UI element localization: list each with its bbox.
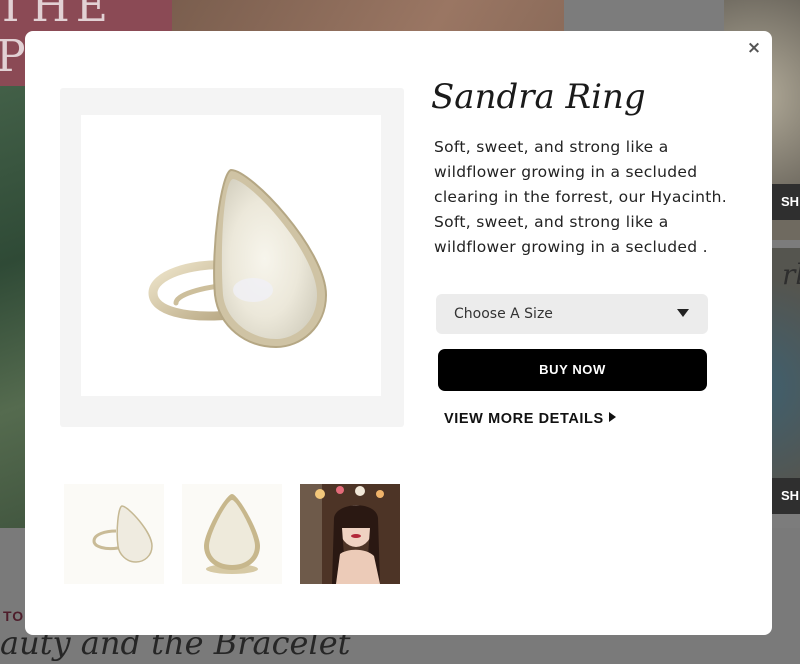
close-icon[interactable]: × xyxy=(743,37,765,59)
product-main-image xyxy=(81,115,381,396)
thumbnail-ring-front-image xyxy=(204,494,260,574)
view-more-details-link[interactable]: VIEW MORE DETAILS xyxy=(444,411,616,427)
thumbnail-ring-side-image xyxy=(92,505,153,563)
size-select-value: Choose A Size xyxy=(454,306,553,322)
thumbnail-strip xyxy=(64,484,400,584)
shop-button[interactable]: SH xyxy=(772,478,800,514)
main-image-frame xyxy=(60,88,404,427)
thumbnail-model-photo-image xyxy=(300,484,400,584)
ring-illustration xyxy=(148,168,328,349)
product-description: Soft, sweet, and strong like a wildflowe… xyxy=(434,138,727,256)
buy-now-button[interactable]: BUY NOW xyxy=(438,349,707,391)
collection-tile-title: rls xyxy=(782,258,800,291)
thumbnail-model-photo[interactable] xyxy=(300,484,400,584)
caret-down-icon xyxy=(677,309,689,317)
thumbnail-ring-front[interactable] xyxy=(182,484,282,584)
section-label: TO xyxy=(3,608,25,624)
product-title: Sandra Ring xyxy=(431,77,646,117)
shop-button[interactable]: SH xyxy=(772,184,800,220)
size-select[interactable]: Choose A Size xyxy=(436,294,708,334)
thumbnail-ring-side[interactable] xyxy=(64,484,164,584)
view-more-details-label: VIEW MORE DETAILS xyxy=(444,411,604,427)
product-quick-view-modal: × Sandra Ring Soft, sweet, and strong li… xyxy=(25,31,772,635)
triangle-right-icon xyxy=(608,412,616,422)
